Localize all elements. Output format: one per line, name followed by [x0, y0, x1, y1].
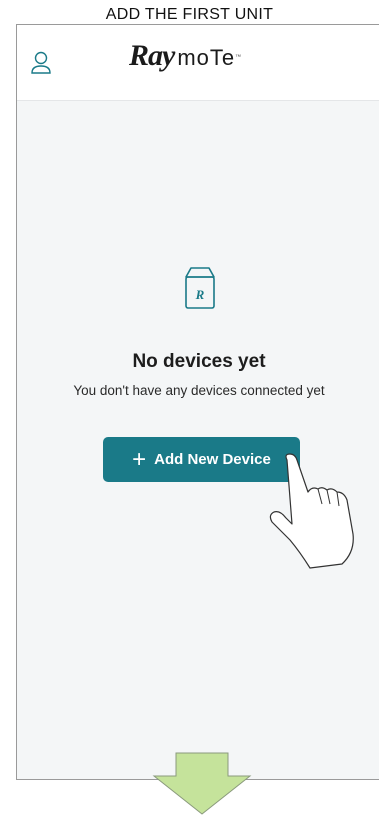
phone-screen: Ray moTe™ R No devices yet You don't have…: [16, 24, 379, 780]
profile-button[interactable]: [30, 51, 52, 75]
empty-state-title: No devices yet: [132, 351, 266, 372]
empty-state-subtitle: You don't have any devices connected yet: [73, 383, 325, 398]
plus-icon: +: [132, 445, 147, 473]
pointing-hand-icon: [269, 453, 354, 569]
user-icon: [31, 51, 51, 74]
logo-mote-text: moTe: [177, 45, 236, 70]
raymote-logo: Ray moTe™: [129, 39, 241, 73]
svg-text:R: R: [195, 287, 205, 302]
app-header: Ray moTe™: [17, 25, 379, 101]
tutorial-caption: ADD THE FIRST UNIT: [105, 6, 274, 23]
logo-trademark: ™: [235, 54, 242, 61]
add-new-device-label: Add New Device: [154, 451, 271, 468]
logo-ray-text: Ray: [129, 39, 175, 72]
down-arrow-icon: [152, 752, 252, 815]
main-content: R No devices yet You don't have any devi…: [17, 101, 379, 779]
device-box-icon: R: [185, 267, 215, 309]
